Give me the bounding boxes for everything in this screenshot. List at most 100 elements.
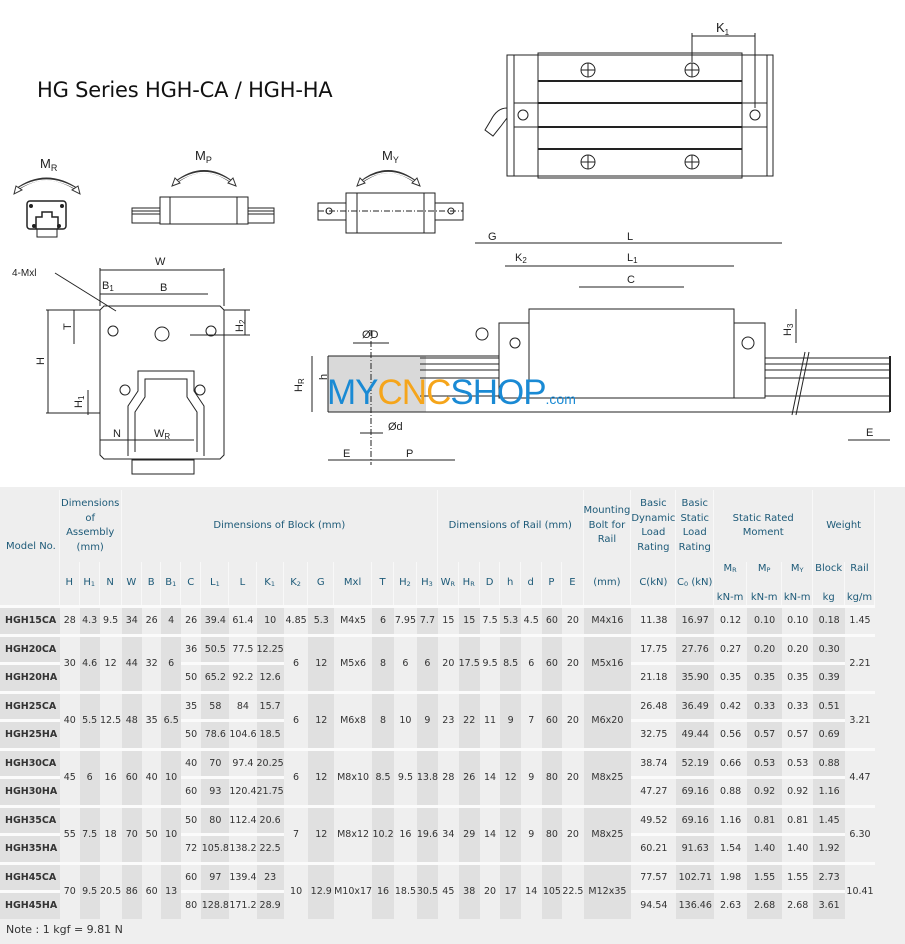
subheader-cell: H3 [416, 562, 439, 605]
cell-c0: 69.16 [676, 776, 715, 805]
cell-block_kg: 0.51 [813, 690, 846, 719]
cell-c0: 35.90 [676, 662, 715, 691]
cell-l1: 65.2 [201, 662, 230, 691]
weight-unit: kg [822, 591, 835, 603]
h3-label: H3 [782, 323, 795, 336]
cell-cdyn: 26.48 [631, 690, 677, 719]
cell-l: 138.2 [229, 833, 257, 862]
cell-b: 32 [141, 633, 162, 691]
cell-my: 0.20 [782, 633, 814, 662]
yaw-moment-diagram: MY [317, 148, 464, 234]
cell-cdyn: 32.75 [631, 719, 677, 748]
cell-c0: 91.63 [676, 833, 715, 862]
header-rail: Dimensions of Rail (mm) [438, 490, 584, 562]
od-small-label: Ød [388, 421, 403, 433]
header-model: Model No. [0, 490, 60, 605]
cell-d: 6 [520, 633, 542, 691]
model-cell: HGH45HA [0, 890, 60, 919]
cell-d: 9 [520, 804, 542, 862]
subheader-cell: L [229, 562, 257, 605]
cell-l: 112.4 [229, 804, 257, 833]
cell-c0: 52.19 [676, 747, 715, 776]
cell-c: 60 [181, 776, 202, 805]
cell-g: 5.3 [308, 605, 335, 634]
cell-my: 2.68 [782, 890, 814, 919]
cell-c: 26 [181, 605, 202, 634]
cell-mxl: M10x17 [334, 861, 373, 919]
cell-block_kg: 1.45 [813, 804, 846, 833]
cell-h2: 7.95 [394, 605, 417, 634]
pitch-moment-diagram: MP [131, 148, 275, 225]
cell-l: 171.2 [229, 890, 257, 919]
cell-b1: 13 [161, 861, 182, 919]
cell-h2: 16 [394, 804, 417, 862]
cell-wr: 20 [438, 633, 459, 691]
subheader-cell: K1 [256, 562, 284, 605]
table-row: HGH25CA 40 5.5 12.5 48 35 6.5 35 58 84 15.7 6 12 M6x8… [0, 690, 875, 748]
cell-mp: 0.20 [747, 633, 783, 662]
cell-hr: 17.5 [458, 633, 480, 691]
moment-unit: kN-m [716, 591, 744, 603]
cell-block_kg: 0.18 [813, 605, 846, 634]
model-cell: HGH35HA [0, 833, 60, 862]
cell-my: 0.53 [782, 747, 814, 776]
cell-k2: 6 [283, 690, 309, 748]
cell-mp: 0.10 [747, 605, 783, 634]
cell-h1: 6 [79, 747, 100, 805]
subheader-cell: Mxl [334, 562, 373, 605]
cell-h3: 13.8 [416, 747, 439, 805]
watermark-logo: MYCNCSHOP.com [327, 373, 576, 412]
b1-label: B1 [102, 280, 114, 293]
hr-label: HR [293, 378, 306, 392]
cell-wr: 34 [438, 804, 459, 862]
cell-mxl: M6x8 [334, 690, 373, 748]
cell-k1: 20.25 [256, 747, 284, 776]
model-cell: HGH25CA [0, 690, 60, 719]
model-cell: HGH15CA [0, 605, 60, 634]
subheader-cell: W [121, 562, 142, 605]
cell-l: 77.5 [229, 633, 257, 662]
subheader-cell: d [520, 562, 542, 605]
cell-g: 12 [308, 747, 335, 805]
cell-h: 5.3 [500, 605, 521, 634]
cell-d: 7 [520, 690, 542, 748]
cell-my: 1.40 [782, 833, 814, 862]
cell-n: 20.5 [99, 861, 122, 919]
cell-rail_kg: 2.21 [845, 633, 875, 691]
top-view-drawing: K1 [484, 20, 774, 179]
cell-l1: 128.8 [201, 890, 230, 919]
table-row: HGH15CA 28 4.3 9.5 34 26 4 26 39.4 61.4 10 4.85 5.3 M… [0, 605, 875, 634]
header-assembly: Dimensions of Assembly (mm) [59, 490, 122, 562]
cell-k1: 12.6 [256, 662, 284, 691]
l1-label: L1 [627, 252, 638, 265]
cell-e: 22.5 [562, 861, 584, 919]
subheader-cell: H1 [79, 562, 100, 605]
cell-mr: 1.16 [714, 804, 748, 833]
drawings-area: HG Series HGH-CA / HGH-HA MR MP MY K1 W … [0, 0, 905, 480]
cell-t: 8.5 [372, 747, 395, 805]
subheader-cell: Rail kg/m [845, 562, 875, 605]
cell-c: 60 [181, 861, 202, 890]
p-label: P [406, 448, 413, 460]
subheader-cell: B1 [161, 562, 182, 605]
header-block: Dimensions of Block (mm) [121, 490, 439, 562]
cell-bolt: M12x35 [583, 861, 632, 919]
cell-p: 80 [541, 747, 563, 805]
cell-k1: 22.5 [256, 833, 284, 862]
subheader-cell: H [59, 562, 80, 605]
subheader-cell: G [308, 562, 335, 605]
cell-p: 60 [541, 690, 563, 748]
cell-p: 60 [541, 605, 563, 634]
cell-b: 26 [141, 605, 162, 634]
cell-h2: 6 [394, 633, 417, 691]
cell-h: 12 [500, 804, 521, 862]
cell-b: 50 [141, 804, 162, 862]
cell-block_kg: 3.61 [813, 890, 846, 919]
header-weight: Weight [813, 490, 875, 562]
cell-b: 60 [141, 861, 162, 919]
cell-h3: 19.6 [416, 804, 439, 862]
cell-g: 12.9 [308, 861, 335, 919]
cell-w: 60 [121, 747, 142, 805]
model-cell: HGH25HA [0, 719, 60, 748]
cell-wr: 28 [438, 747, 459, 805]
